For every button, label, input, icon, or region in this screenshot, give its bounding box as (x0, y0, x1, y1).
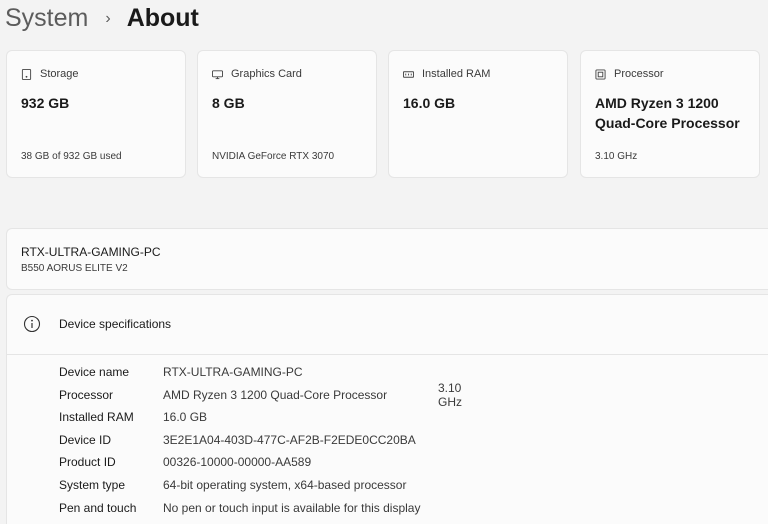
device-specifications-header[interactable]: Device specifications (7, 295, 768, 355)
storage-value: 932 GB (21, 95, 70, 111)
spec-row-system-type: System type 64-bit operating system, x64… (59, 475, 406, 495)
device-name-panel[interactable]: RTX-ULTRA-GAMING-PC B550 AORUS ELITE V2 (6, 228, 768, 290)
breadcrumb-chevron-icon: › (105, 10, 111, 27)
spec-value: No pen or touch input is available for t… (163, 501, 421, 515)
summary-cards: Storage 932 GB 38 GB of 932 GB used Grap… (6, 50, 766, 178)
spec-value: 3E2E1A04-403D-477C-AF2B-F2EDE0CC20BA (163, 433, 416, 447)
processor-icon (595, 68, 606, 80)
device-name: RTX-ULTRA-GAMING-PC (21, 245, 161, 259)
spec-label: Device ID (59, 433, 112, 447)
ram-card[interactable]: Installed RAM 16.0 GB (388, 50, 568, 178)
storage-icon (21, 68, 32, 80)
spec-value: RTX-ULTRA-GAMING-PC (163, 365, 303, 379)
storage-usage: 38 GB of 932 GB used (21, 151, 122, 162)
spec-label: System type (59, 478, 126, 492)
device-specifications-title: Device specifications (59, 317, 172, 331)
storage-label: Storage (40, 68, 79, 80)
page-title: About (126, 3, 199, 32)
spec-value: 16.0 GB (163, 410, 208, 424)
spec-value: AMD Ryzen 3 1200 Quad-Core Processor (163, 388, 388, 402)
spec-row-pen-and-touch: Pen and touch No pen or touch input is a… (59, 498, 420, 518)
spec-row-processor: Processor AMD Ryzen 3 1200 Quad-Core Pro… (59, 381, 462, 409)
info-icon (23, 315, 41, 333)
device-specifications-panel: Device specifications Device name RTX-UL… (6, 294, 768, 524)
graphics-card-icon (212, 69, 223, 79)
spec-row-installed-ram: Installed RAM 16.0 GB (59, 407, 207, 427)
ram-value: 16.0 GB (403, 95, 456, 111)
breadcrumb-system-link[interactable]: System (5, 4, 88, 33)
ram-label: Installed RAM (422, 68, 491, 80)
spec-label: Product ID (59, 455, 116, 469)
spec-value: 00326-10000-00000-AA589 (163, 455, 312, 469)
divider (7, 354, 768, 355)
processor-label: Processor (614, 68, 664, 80)
spec-label: Device name (59, 365, 130, 379)
spec-row-device-id: Device ID 3E2E1A04-403D-477C-AF2B-F2EDE0… (59, 430, 416, 450)
graphics-card-card[interactable]: Graphics Card 8 GB NVIDIA GeForce RTX 30… (197, 50, 377, 178)
spec-row-product-id: Product ID 00326-10000-00000-AA589 (59, 452, 311, 472)
spec-label: Installed RAM (59, 410, 134, 424)
spec-extra: 3.10 GHz (438, 381, 462, 409)
storage-card[interactable]: Storage 932 GB 38 GB of 932 GB used (6, 50, 186, 178)
processor-value: AMD Ryzen 3 1200 Quad-Core Processor (595, 95, 740, 131)
spec-value: 64-bit operating system, x64-based proce… (163, 478, 407, 492)
graphics-card-label: Graphics Card (231, 68, 302, 80)
graphics-card-model: NVIDIA GeForce RTX 3070 (212, 151, 335, 162)
spec-label: Processor (59, 388, 114, 402)
processor-speed: 3.10 GHz (595, 151, 638, 162)
breadcrumb: System › About (5, 0, 199, 36)
graphics-card-value: 8 GB (212, 95, 245, 111)
device-model: B550 AORUS ELITE V2 (21, 263, 128, 274)
processor-card[interactable]: Processor AMD Ryzen 3 1200 Quad-Core Pro… (580, 50, 760, 178)
spec-row-device-name: Device name RTX-ULTRA-GAMING-PC (59, 362, 303, 382)
spec-label: Pen and touch (59, 501, 137, 515)
ram-icon (403, 70, 414, 78)
